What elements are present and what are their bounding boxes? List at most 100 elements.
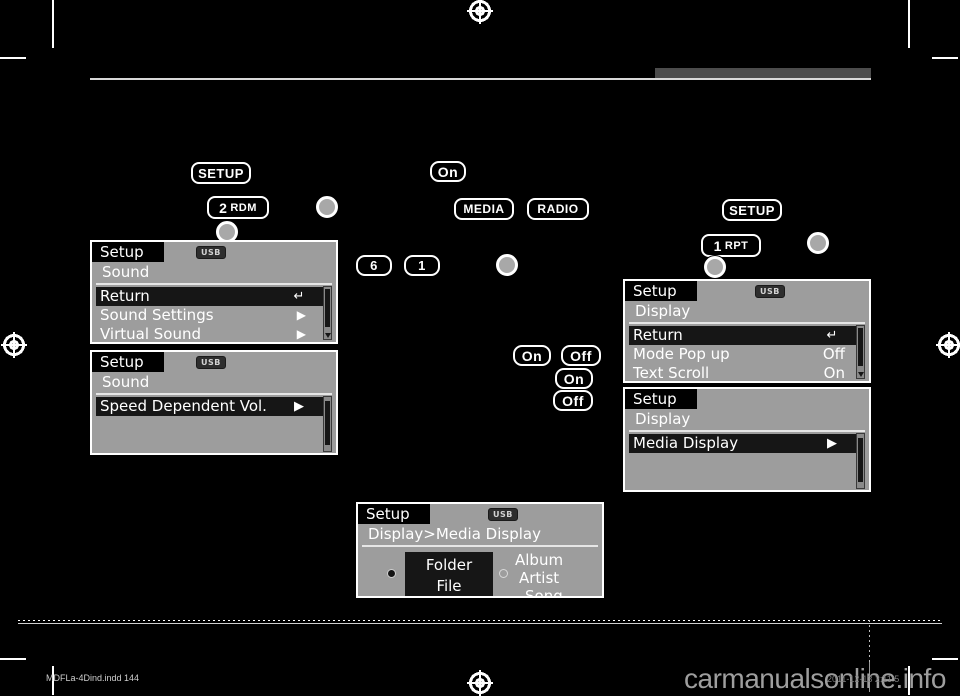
panel-display-media-entry-tab: Setup bbox=[625, 389, 697, 409]
key-1-rpt-number: 1 bbox=[713, 237, 722, 254]
row-media-display-label: Media Display bbox=[633, 434, 739, 452]
key-off-b-label: Off bbox=[562, 392, 584, 409]
row-virtual-sound[interactable]: Virtual Sound ▶ bbox=[96, 325, 332, 342]
chevron-right-icon: ▶ bbox=[296, 327, 306, 341]
option-album-artist-song[interactable]: Album Artist Song bbox=[515, 551, 563, 598]
usb-badge: USB bbox=[488, 508, 518, 521]
key-media[interactable]: MEDIA bbox=[454, 198, 514, 220]
panel-display-media-entry[interactable]: Setup Display Media Display ▶ bbox=[623, 387, 871, 492]
key-1-label: 1 bbox=[418, 258, 426, 273]
footer-filename: MDFLa-4Dind.indd 144 bbox=[46, 673, 140, 683]
usb-badge: USB bbox=[196, 356, 226, 369]
crop-mark-top-right-vertical bbox=[908, 0, 910, 48]
panel-display-main-scrollbar[interactable] bbox=[856, 325, 865, 379]
row-mode-pop-up[interactable]: Mode Pop up Off bbox=[629, 345, 865, 364]
key-6-label: 6 bbox=[370, 258, 378, 273]
panel-sound-main[interactable]: Setup USB Sound Return ↵ Sound Settings … bbox=[90, 240, 338, 344]
row-speed-dependent-vol[interactable]: Speed Dependent Vol. ▶ bbox=[96, 397, 332, 416]
panel-media-display-tab: Setup bbox=[358, 504, 430, 524]
row-sound-settings[interactable]: Sound Settings ▶ bbox=[96, 306, 332, 325]
option-folder-file-line2: File bbox=[436, 577, 462, 595]
key-off-a[interactable]: Off bbox=[561, 345, 601, 366]
watermark: carmanualsonline.info bbox=[684, 663, 946, 694]
key-on-b-label: On bbox=[563, 370, 585, 387]
knob-below-rpt[interactable] bbox=[704, 256, 726, 278]
key-1-rpt-sublabel: RPT bbox=[724, 239, 749, 252]
option-artist-label: Artist bbox=[519, 569, 560, 587]
registration-target-right bbox=[936, 332, 960, 358]
key-setup-right-label: SETUP bbox=[729, 202, 775, 218]
key-radio-label: RADIO bbox=[537, 202, 579, 216]
usb-badge: USB bbox=[755, 285, 785, 298]
row-media-display[interactable]: Media Display ▶ bbox=[629, 434, 865, 453]
chevron-right-icon[interactable]: ▶ bbox=[813, 434, 851, 453]
key-on-a-label: On bbox=[521, 347, 543, 364]
panel-sound-speed-titlebar: Setup USB bbox=[92, 352, 336, 372]
row-return[interactable]: Return ↵ bbox=[96, 287, 332, 306]
option-song-label: Song bbox=[525, 587, 563, 598]
radio-album-artist-song[interactable] bbox=[499, 569, 508, 578]
panel-display-main-titlebar: Setup USB bbox=[625, 281, 869, 301]
panel-sound-main-tab: Setup bbox=[92, 242, 164, 262]
chevron-right-icon[interactable]: ▶ bbox=[280, 397, 318, 416]
knob-middle[interactable] bbox=[496, 254, 518, 276]
scrollbar-thumb[interactable] bbox=[858, 328, 863, 366]
return-arrow-icon[interactable]: ↵ bbox=[813, 326, 851, 345]
key-1-rpt[interactable]: 1 RPT bbox=[701, 234, 761, 257]
panel-sound-speed-subtitle: Sound bbox=[96, 372, 332, 395]
crop-mark-bottom-left-horizontal bbox=[0, 658, 26, 660]
usb-badge: USB bbox=[196, 246, 226, 259]
key-radio[interactable]: RADIO bbox=[527, 198, 589, 220]
panel-display-media-entry-subtitle: Display bbox=[629, 409, 865, 432]
knob-right-of-rdm[interactable] bbox=[316, 196, 338, 218]
row-return-label: Return bbox=[633, 326, 683, 344]
print-timestamp: 2011-12-13 2:11:5 bbox=[827, 674, 900, 684]
panel-sound-speed-scrollbar[interactable] bbox=[323, 396, 332, 452]
crop-mark-bottom-right-horizontal bbox=[932, 658, 958, 660]
key-setup-left-label: SETUP bbox=[198, 165, 244, 181]
option-folder-file-line1: Folder bbox=[425, 556, 473, 574]
panel-display-media-entry-scrollbar[interactable] bbox=[856, 433, 865, 489]
panel-sound-main-scrollbar[interactable] bbox=[323, 286, 332, 340]
scrollbar-thumb[interactable] bbox=[325, 401, 330, 445]
panel-display-media-entry-titlebar: Setup bbox=[625, 389, 869, 409]
header-rule bbox=[90, 78, 871, 80]
row-mode-pop-up-value: Off bbox=[822, 345, 845, 363]
row-return[interactable]: Return ↵ bbox=[629, 326, 865, 345]
radio-folder-file[interactable] bbox=[387, 569, 396, 578]
registration-target-bottom bbox=[467, 670, 493, 696]
scrollbar-thumb[interactable] bbox=[325, 289, 330, 327]
row-text-scroll[interactable]: Text Scroll On bbox=[629, 364, 865, 382]
knob-right-of-rpt[interactable] bbox=[807, 232, 829, 254]
key-6[interactable]: 6 bbox=[356, 255, 392, 276]
key-off-b[interactable]: Off bbox=[553, 390, 593, 411]
footer-thin-rule bbox=[18, 623, 942, 624]
key-on-b[interactable]: On bbox=[555, 368, 593, 389]
chevron-down-icon[interactable] bbox=[324, 333, 331, 338]
key-on-top[interactable]: On bbox=[430, 161, 466, 182]
panel-sound-speed-tab: Setup bbox=[92, 352, 164, 372]
panel-media-display-titlebar: Setup USB bbox=[358, 504, 602, 524]
return-arrow-icon[interactable]: ↵ bbox=[280, 287, 318, 306]
key-setup-right[interactable]: SETUP bbox=[722, 199, 782, 221]
key-1[interactable]: 1 bbox=[404, 255, 440, 276]
scrollbar-thumb[interactable] bbox=[858, 438, 863, 482]
panel-sound-main-titlebar: Setup USB bbox=[92, 242, 336, 262]
row-text-scroll-value: On bbox=[823, 364, 845, 382]
crop-mark-top-right-horizontal bbox=[932, 57, 958, 59]
panel-media-display[interactable]: Setup USB Display>Media Display Folder F… bbox=[356, 502, 604, 598]
panel-media-display-body: Folder File Album Artist Song bbox=[358, 547, 602, 598]
key-media-label: MEDIA bbox=[463, 202, 505, 216]
option-folder-file[interactable]: Folder File bbox=[405, 552, 493, 596]
key-setup-left[interactable]: SETUP bbox=[191, 162, 251, 184]
panel-display-main-tab: Setup bbox=[625, 281, 697, 301]
chevron-down-icon[interactable] bbox=[857, 372, 864, 377]
panel-sound-speed[interactable]: Setup USB Sound Speed Dependent Vol. ▶ bbox=[90, 350, 338, 455]
key-on-a[interactable]: On bbox=[513, 345, 551, 366]
panel-display-main-rows: Return ↵ Mode Pop up Off Text Scroll On bbox=[625, 324, 869, 382]
row-sound-settings-label: Sound Settings bbox=[100, 306, 214, 324]
key-2-rdm[interactable]: 2 RDM bbox=[207, 196, 269, 219]
panel-sound-main-rows: Return ↵ Sound Settings ▶ Virtual Sound … bbox=[92, 285, 336, 342]
panel-display-main[interactable]: Setup USB Display Return ↵ Mode Pop up O… bbox=[623, 279, 871, 383]
registration-target-left bbox=[1, 332, 27, 358]
